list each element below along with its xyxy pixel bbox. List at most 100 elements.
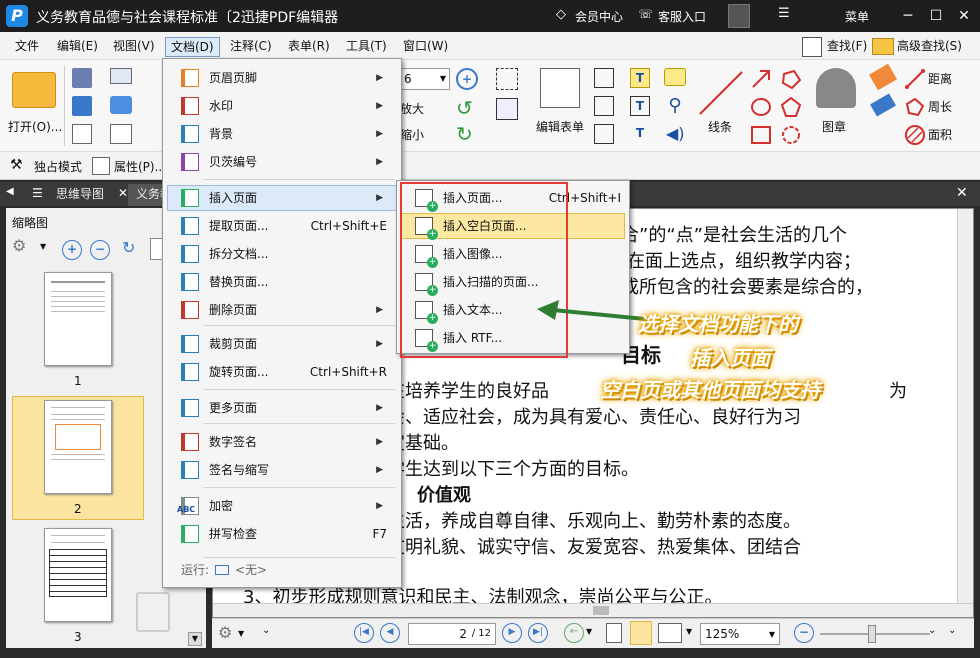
email-icon[interactable] <box>110 68 132 84</box>
area-button[interactable]: 面积 <box>928 126 952 143</box>
sound-icon[interactable]: ◀) <box>666 124 688 144</box>
scroll-down-button[interactable]: ▼ <box>188 632 202 646</box>
minimize-button[interactable]: ─ <box>896 4 920 28</box>
expand-icon[interactable]: ⌄ <box>262 625 270 636</box>
back-button[interactable]: ← <box>564 623 584 643</box>
doc-menu-item[interactable]: 替换页面... <box>167 269 397 295</box>
advanced-find-button[interactable]: 高级查找(S) <box>892 37 967 57</box>
horizontal-scrollbar[interactable] <box>213 603 973 617</box>
zoom-in-thumb-icon[interactable]: + <box>62 240 82 260</box>
attachment-icon[interactable]: ⚲ <box>666 96 684 118</box>
doc-menu-item[interactable]: 页眉页脚 ▶ <box>167 65 397 91</box>
properties-button[interactable]: 属性(P)... <box>114 158 166 175</box>
menu-view[interactable]: 视图(V) <box>108 37 160 57</box>
scanner-icon[interactable] <box>110 96 132 114</box>
main-menu-button[interactable]: 菜单 <box>845 8 869 25</box>
settings-gear-icon[interactable]: ⚙ <box>12 236 26 255</box>
page-input[interactable]: 2 / 12 <box>408 623 496 645</box>
line-icon[interactable] <box>696 68 746 118</box>
expand-right-icon[interactable]: ⌄ <box>928 625 936 636</box>
thumbnail-page-1[interactable] <box>44 272 112 366</box>
cloud-icon[interactable] <box>780 124 802 146</box>
select-text-icon[interactable] <box>496 68 518 90</box>
menu-form[interactable]: 表单(R) <box>283 37 335 57</box>
form-field-icon[interactable] <box>496 98 518 120</box>
doc-menu-item[interactable]: 拼写检查 F7 <box>167 521 397 547</box>
zoom-in-icon[interactable]: + <box>456 68 478 90</box>
exclusive-mode-button[interactable]: 独占模式 <box>34 158 82 175</box>
chevron-down-icon[interactable]: ▼ <box>40 242 46 251</box>
typewriter-icon[interactable]: T <box>630 68 650 88</box>
edit-form-button[interactable]: 编辑表单 <box>536 118 584 135</box>
stamp-button[interactable]: 图章 <box>822 118 846 135</box>
arrow-tool-icon[interactable] <box>750 68 772 90</box>
perimeter-button[interactable]: 周长 <box>928 98 952 115</box>
two-page-icon[interactable] <box>658 623 682 643</box>
zoom-out-thumb-icon[interactable]: − <box>90 240 110 260</box>
doc-menu-item[interactable]: 签名与缩写 ▶ <box>167 457 397 483</box>
ellipse-icon[interactable] <box>750 96 772 118</box>
close-button[interactable]: ✕ <box>952 4 976 28</box>
menu-edit[interactable]: 编辑(E) <box>52 37 103 57</box>
next-page-button[interactable]: ▶ <box>502 623 522 643</box>
callout-icon[interactable] <box>594 124 614 144</box>
thumbnail-page-3[interactable] <box>44 528 112 622</box>
rotate-right-icon[interactable]: ↻ <box>456 124 476 144</box>
doc-menu-item[interactable]: 背景 ▶ <box>167 121 397 147</box>
line-button[interactable]: 线条 <box>708 118 732 135</box>
last-page-button[interactable]: ▶| <box>528 623 548 643</box>
rotate-left-icon[interactable]: ↺ <box>456 98 476 118</box>
vertical-scrollbar[interactable] <box>957 209 973 603</box>
menu-document[interactable]: 文档(D) <box>165 37 220 57</box>
tab-scroll-left-icon[interactable]: ◀ <box>6 186 14 197</box>
print-icon[interactable] <box>72 96 92 116</box>
text-box-t-icon[interactable]: T <box>630 96 650 116</box>
customer-service-link[interactable]: 客服入口 <box>658 8 706 25</box>
pentagon-icon[interactable] <box>780 96 802 118</box>
polygon-icon[interactable] <box>780 68 802 90</box>
distance-icon[interactable] <box>904 68 926 90</box>
open-button[interactable]: 打开(O)... <box>8 118 62 135</box>
zoom-select[interactable]: 6 ▼ <box>400 68 450 90</box>
rotate-thumb-icon[interactable]: ↻ <box>122 238 135 257</box>
text-box-icon[interactable] <box>594 68 614 88</box>
menu-comment[interactable]: 注释(C) <box>225 37 277 57</box>
doc-menu-item[interactable]: 删除页面 ▶ <box>167 297 397 323</box>
collapse-icon[interactable]: ⌄ <box>948 625 956 636</box>
doc-menu-item[interactable]: 水印 ▶ <box>167 93 397 119</box>
document-icon[interactable] <box>72 124 92 144</box>
rectangle-icon[interactable] <box>750 124 772 146</box>
tab-mindmap[interactable]: 思维导图 <box>48 184 112 206</box>
member-center-link[interactable]: 会员中心 <box>575 8 623 25</box>
back-dropdown-icon[interactable]: ▼ <box>586 627 592 636</box>
menu-tools[interactable]: 工具(T) <box>341 37 392 57</box>
status-gear-icon[interactable]: ⚙ <box>218 623 232 642</box>
text-field-icon[interactable] <box>594 96 614 116</box>
save-icon[interactable] <box>72 68 92 88</box>
stamp-icon[interactable] <box>816 68 856 108</box>
doc-menu-item[interactable]: 数字签名 ▶ <box>167 429 397 455</box>
menu-file[interactable]: 文件 <box>10 37 44 57</box>
thumbnail-page-2[interactable] <box>44 400 112 494</box>
menu-window[interactable]: 窗口(W) <box>398 37 453 57</box>
zoom-slider-handle[interactable] <box>868 625 876 643</box>
doc-menu-item[interactable]: 更多页面 ▶ <box>167 395 397 421</box>
zoom-out-label[interactable]: 缩小 <box>400 126 424 143</box>
continuous-page-icon[interactable] <box>630 621 652 645</box>
doc-menu-item[interactable]: 插入页面 ▶ <box>167 185 397 211</box>
doc-menu-item[interactable]: 拆分文档... <box>167 241 397 267</box>
maximize-button[interactable]: ☐ <box>924 4 948 28</box>
prev-page-button[interactable]: ◀ <box>380 623 400 643</box>
eraser-icon[interactable] <box>869 93 897 117</box>
avatar[interactable] <box>728 4 750 28</box>
close-doc-icon[interactable]: ✕ <box>956 185 968 201</box>
doc-menu-item[interactable]: 提取页面... Ctrl+Shift+E <box>167 213 397 239</box>
zoom-level-select[interactable]: 125% ▼ <box>700 623 780 645</box>
layout-dropdown-icon[interactable]: ▼ <box>686 627 692 636</box>
zoom-out-status-icon[interactable]: − <box>794 623 814 643</box>
tab-close-icon[interactable]: ✕ <box>118 186 128 200</box>
zoom-in-label[interactable]: 放大 <box>400 100 424 117</box>
single-page-icon[interactable] <box>606 623 622 643</box>
first-page-button[interactable]: |◀ <box>354 623 374 643</box>
doc-menu-item[interactable]: 裁剪页面 ▶ <box>167 331 397 357</box>
